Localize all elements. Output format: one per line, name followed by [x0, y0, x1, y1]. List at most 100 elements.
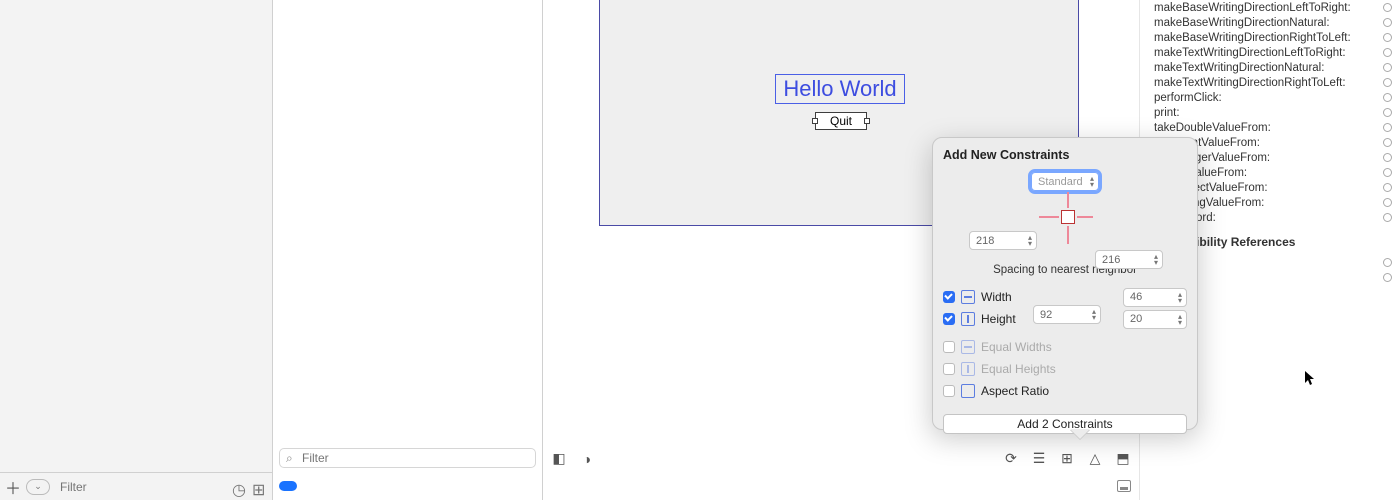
equal-widths-row: Equal Widths: [943, 336, 1187, 358]
method-name: makeBaseWritingDirectionRightToLeft:: [1154, 32, 1351, 44]
hello-world-label[interactable]: Hello World: [775, 74, 905, 104]
outlet-circle-icon[interactable]: [1383, 33, 1392, 42]
navigator-filter-input[interactable]: [56, 480, 226, 494]
chevron-updown-icon: ▴▾: [1092, 309, 1096, 321]
tray-icon[interactable]: [1117, 480, 1131, 492]
canvas-status-bar: [543, 472, 1139, 500]
outlet-circle-icon[interactable]: [1383, 168, 1392, 177]
recent-icon[interactable]: ◷: [232, 480, 246, 494]
spacing-cross: Standard▴▾ 218▴▾ 216▴▾ 92▴▾: [943, 172, 1187, 262]
equal-heights-row: Equal Heights: [943, 358, 1187, 380]
appearance-toggle-icon[interactable]: ◑: [579, 451, 595, 467]
equal-widths-label: Equal Widths: [981, 340, 1187, 354]
spacing-center-box: [1061, 210, 1075, 224]
selection-indicator: [279, 481, 297, 491]
add-constraints-icon[interactable]: ⊞: [1059, 451, 1075, 467]
left-spacing-select[interactable]: 218▴▾: [969, 231, 1037, 250]
add-constraints-popover: Add New Constraints Standard▴▾ 218▴▾ 216…: [932, 137, 1198, 430]
navigator-panel: ＋ ⌄ ◷ ⊞: [0, 0, 273, 500]
dimension-constraints: Width 46▴▾ Height 20▴▾ Equal Widths Equa…: [943, 286, 1187, 402]
top-strut-icon[interactable]: [1067, 192, 1069, 208]
outlet-circle-icon[interactable]: [1383, 153, 1392, 162]
scm-icon[interactable]: ⊞: [252, 480, 266, 494]
chevron-updown-icon: ▴▾: [1090, 176, 1094, 188]
action-method-row[interactable]: performClick:: [1154, 90, 1392, 105]
outline-filter-field[interactable]: ⌕: [279, 448, 536, 468]
outlet-circle-icon[interactable]: [1383, 138, 1392, 147]
right-strut-icon[interactable]: [1077, 216, 1093, 218]
outlet-circle-icon[interactable]: [1383, 258, 1392, 267]
bottom-spacing-select[interactable]: 92▴▾: [1033, 305, 1101, 324]
aspect-ratio-checkbox[interactable]: [943, 385, 955, 397]
method-name: makeTextWritingDirectionRightToLeft:: [1154, 77, 1346, 89]
width-checkbox[interactable]: [943, 291, 955, 303]
embed-in-icon[interactable]: ⬒: [1115, 451, 1131, 467]
chevron-updown-icon: ▴▾: [1028, 235, 1032, 247]
canvas-toolbar: ◧ ◑ ⟳ ☰ ⊞ △ ⬒: [543, 444, 1139, 472]
document-outline-panel: ⌕: [273, 0, 543, 500]
action-method-row[interactable]: makeBaseWritingDirectionRightToLeft:: [1154, 30, 1392, 45]
align-icon[interactable]: ☰: [1031, 451, 1047, 467]
method-name: takeDoubleValueFrom:: [1154, 122, 1271, 134]
method-name: makeBaseWritingDirectionLeftToRight:: [1154, 2, 1351, 14]
navigator-footer: ＋ ⌄ ◷ ⊞: [0, 472, 272, 500]
action-method-row[interactable]: makeTextWritingDirectionNatural:: [1154, 60, 1392, 75]
outlet-circle-icon[interactable]: [1383, 93, 1392, 102]
height-checkbox[interactable]: [943, 313, 955, 325]
outlet-circle-icon[interactable]: [1383, 213, 1392, 222]
width-label: Width: [981, 290, 1117, 304]
filter-scope-toggle[interactable]: ⌄: [26, 479, 50, 495]
action-method-row[interactable]: makeTextWritingDirectionRightToLeft:: [1154, 75, 1392, 90]
search-icon: ⌕: [286, 452, 298, 464]
equal-widths-checkbox[interactable]: [943, 341, 955, 353]
panel-toggle-icon[interactable]: ◧: [551, 451, 567, 467]
add-constraints-button[interactable]: Add 2 Constraints: [943, 414, 1187, 434]
outlet-circle-icon[interactable]: [1383, 273, 1392, 282]
outlet-circle-icon[interactable]: [1383, 3, 1392, 12]
chevron-updown-icon: ▴▾: [1154, 254, 1158, 266]
outlet-circle-icon[interactable]: [1383, 18, 1392, 27]
equal-heights-label: Equal Heights: [981, 362, 1187, 376]
update-frames-icon[interactable]: ⟳: [1003, 451, 1019, 467]
quit-button[interactable]: Quit: [815, 112, 867, 130]
method-name: makeTextWritingDirectionNatural:: [1154, 62, 1324, 74]
aspect-ratio-icon: [961, 384, 975, 398]
equal-heights-checkbox[interactable]: [943, 363, 955, 375]
action-method-row[interactable]: print:: [1154, 105, 1392, 120]
action-method-row[interactable]: makeBaseWritingDirectionLeftToRight:: [1154, 0, 1392, 15]
method-name: performClick:: [1154, 92, 1222, 104]
quit-button-label: Quit: [830, 114, 852, 128]
top-spacing-select[interactable]: Standard▴▾: [1031, 172, 1099, 191]
outline-filter-input[interactable]: [302, 451, 529, 465]
outlet-circle-icon[interactable]: [1383, 183, 1392, 192]
popover-title: Add New Constraints: [943, 148, 1187, 162]
bottom-strut-icon[interactable]: [1067, 226, 1069, 244]
outlet-circle-icon[interactable]: [1383, 123, 1392, 132]
outlet-circle-icon[interactable]: [1383, 198, 1392, 207]
method-name: makeBaseWritingDirectionNatural:: [1154, 17, 1330, 29]
left-strut-icon[interactable]: [1039, 216, 1059, 218]
height-icon: [961, 312, 975, 326]
outlet-circle-icon[interactable]: [1383, 78, 1392, 87]
outlet-circle-icon[interactable]: [1383, 63, 1392, 72]
right-spacing-select[interactable]: 216▴▾: [1095, 250, 1163, 269]
resolve-issues-icon[interactable]: △: [1087, 451, 1103, 467]
method-name: makeTextWritingDirectionLeftToRight:: [1154, 47, 1346, 59]
outlet-circle-icon[interactable]: [1383, 108, 1392, 117]
chevron-updown-icon: ▴▾: [1178, 314, 1182, 326]
outline-tree[interactable]: [273, 0, 542, 444]
navigator-tree[interactable]: [0, 0, 272, 472]
equal-heights-icon: [961, 362, 975, 376]
outlet-circle-icon[interactable]: [1383, 48, 1392, 57]
equal-widths-icon: [961, 340, 975, 354]
aspect-ratio-label: Aspect Ratio: [981, 384, 1187, 398]
action-method-row[interactable]: makeBaseWritingDirectionNatural:: [1154, 15, 1392, 30]
action-method-row[interactable]: makeTextWritingDirectionLeftToRight:: [1154, 45, 1392, 60]
height-value-select[interactable]: 20▴▾: [1123, 310, 1187, 329]
method-name: print:: [1154, 107, 1180, 119]
add-icon[interactable]: ＋: [6, 480, 20, 494]
chevron-updown-icon: ▴▾: [1178, 292, 1182, 304]
width-value-select[interactable]: 46▴▾: [1123, 288, 1187, 307]
aspect-ratio-row: Aspect Ratio: [943, 380, 1187, 402]
action-method-row[interactable]: takeDoubleValueFrom:: [1154, 120, 1392, 135]
